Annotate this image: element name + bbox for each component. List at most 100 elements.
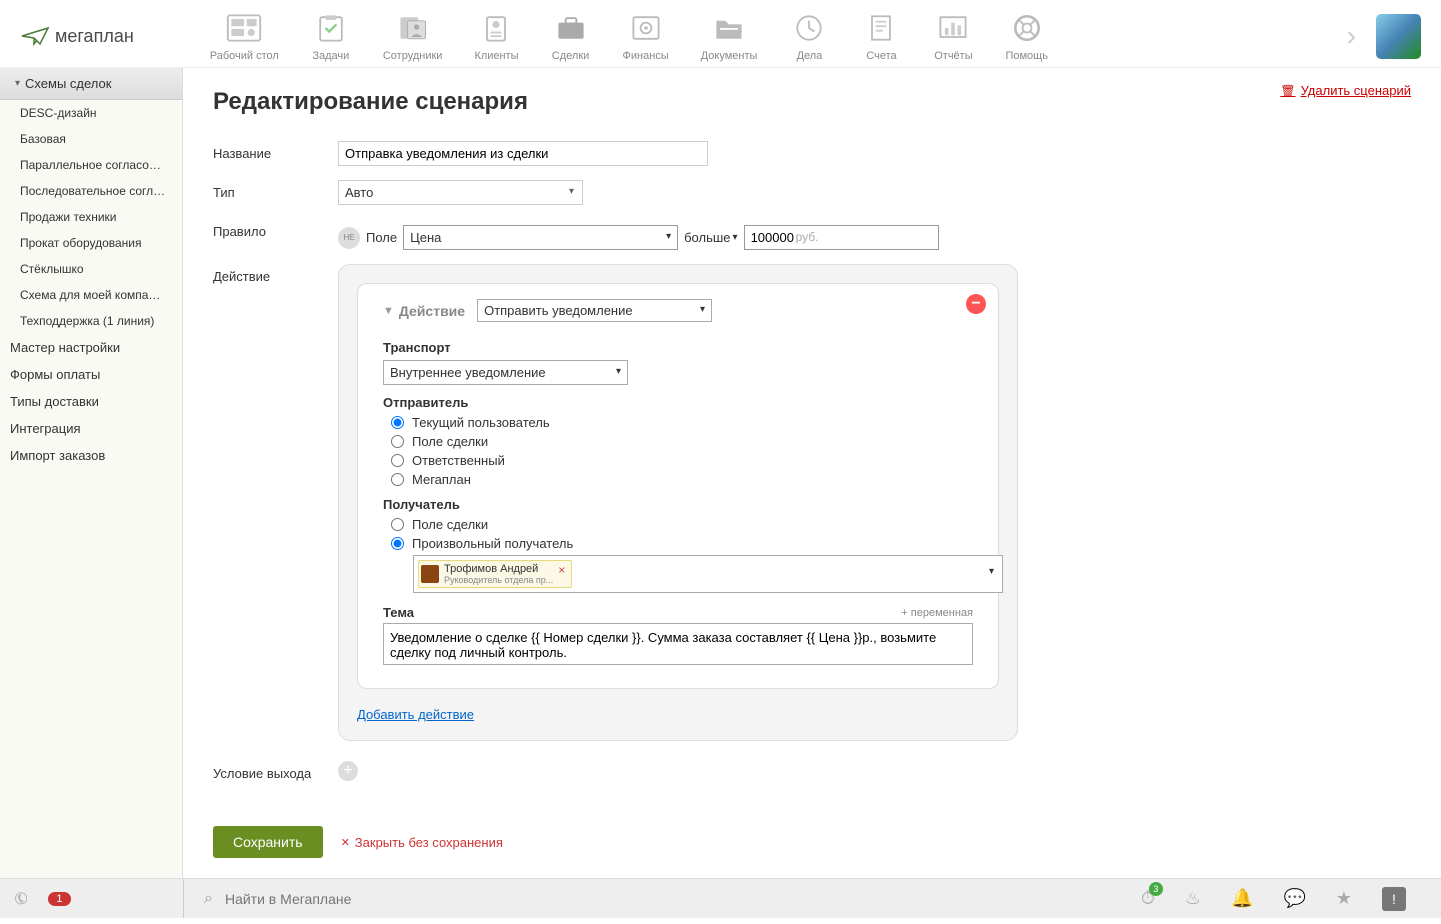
theme-label: Тема [383,605,414,620]
chip-remove-icon[interactable]: × [558,563,565,577]
sidebar-item[interactable]: Схема для моей компании [0,282,182,308]
theme-textarea[interactable]: Уведомление о сделке {{ Номер сделки }}.… [383,623,973,665]
nav-reports[interactable]: Отчёты [933,10,973,62]
employees-icon [393,10,433,45]
timer-badge: 3 [1149,882,1163,896]
add-action-link[interactable]: Добавить действие [357,707,474,722]
sender-radio-current[interactable] [391,416,404,429]
delete-scenario-link[interactable]: Удалить сценарий [1280,83,1411,98]
nav-finance[interactable]: Финансы [623,10,669,62]
nav-desktop[interactable]: Рабочий стол [210,10,279,62]
sender-option[interactable]: Текущий пользователь [412,415,550,430]
sidebar-item[interactable]: Продажи техники [0,204,182,230]
page-title: Редактирование сценария [213,88,1411,116]
rule-field-label: Поле [366,230,397,245]
phone-badge[interactable]: 1 [48,892,70,906]
collapse-icon[interactable]: ▼ [383,305,394,317]
lifebuoy-icon [1007,10,1047,45]
recipient-radio-custom[interactable] [391,537,404,550]
nav-documents[interactable]: Документы [701,10,758,62]
sidebar-item[interactable]: DESC-дизайн [0,100,182,126]
bottom-bar: ✆ 1 ⌕ ⏱3 ♨ 🔔 💬 ★ ! [0,878,1441,918]
sender-option[interactable]: Ответственный [412,453,505,468]
sidebar-group[interactable]: Формы оплаты [0,361,182,388]
phone-icon[interactable]: ✆ [10,887,34,911]
nav-help[interactable]: Помощь [1005,10,1048,62]
sender-option[interactable]: Поле сделки [412,434,488,449]
recipient-option[interactable]: Произвольный получатель [412,536,573,551]
sender-radio-responsible[interactable] [391,454,404,467]
sidebar-item[interactable]: Стёклышко [0,256,182,282]
nav-employees[interactable]: Сотрудники [383,10,443,62]
action-type-select[interactable]: Отправить уведомление [477,299,712,322]
save-button[interactable]: Сохранить [213,826,323,858]
sidebar-group[interactable]: Типы доставки [0,388,182,415]
name-input[interactable] [338,141,708,166]
sidebar: Схемы сделок DESC-дизайн Базовая Паралле… [0,68,183,878]
add-variable-link[interactable]: + переменная [901,607,973,619]
plane-icon [20,26,50,46]
chat-icon[interactable]: 💬 [1283,888,1305,909]
nav-affairs[interactable]: Дела [789,10,829,62]
remove-action-button[interactable]: − [966,294,986,314]
recipient-radio-dealfield[interactable] [391,518,404,531]
tasks-icon [311,10,351,45]
sidebar-item[interactable]: Базовая [0,126,182,152]
action-box: − ▼ Действие Отправить уведомление Транс… [338,264,1018,741]
add-exit-condition-button[interactable]: + [338,761,358,781]
star-icon[interactable]: ★ [1336,888,1352,909]
sidebar-group[interactable]: Импорт заказов [0,442,182,469]
sidebar-group[interactable]: Интеграция [0,415,182,442]
label-action: Действие [213,264,338,284]
nav-deals[interactable]: Сделки [551,10,591,62]
briefcase-icon [551,10,591,45]
folder-icon [709,10,749,45]
user-avatar[interactable] [1376,14,1421,59]
timer-icon[interactable]: ⏱3 [1141,888,1155,909]
alert-icon[interactable]: ! [1382,887,1406,911]
sender-label: Отправитель [383,395,973,410]
logo[interactable]: мегаплан [20,26,134,47]
sidebar-group[interactable]: Мастер настройки [0,334,182,361]
receipt-icon [861,10,901,45]
sidebar-header-schemes[interactable]: Схемы сделок [0,68,182,100]
chip-name: Трофимов Андрей [444,563,553,575]
label-exit: Условие выхода [213,761,338,781]
sender-option[interactable]: Мегаплан [412,472,471,487]
sidebar-item[interactable]: Прокат оборудования [0,230,182,256]
content: Удалить сценарий Редактирование сценария… [183,68,1441,878]
bell-icon[interactable]: 🔔 [1231,888,1253,909]
search-icon: ⌕ [204,890,213,908]
clock-icon [789,10,829,45]
fire-icon[interactable]: ♨ [1185,888,1201,909]
recipient-chip: Трофимов Андрей Руководитель отдела пр..… [418,560,572,588]
logo-text: мегаплан [55,26,134,47]
sidebar-item[interactable]: Параллельное согласование [0,152,182,178]
nav-next-icon[interactable]: › [1347,20,1356,52]
action-header-label: Действие [399,303,465,319]
nav-clients[interactable]: Клиенты [474,10,518,62]
rule-value-input[interactable] [744,225,939,250]
type-select[interactable]: Авто [338,180,583,205]
rule-field-select[interactable]: Цена [403,225,678,250]
sidebar-item[interactable]: Последовательное согласов... [0,178,182,204]
not-toggle[interactable]: НЕ [338,227,360,249]
transport-label: Транспорт [383,340,973,355]
nav-tasks[interactable]: Задачи [311,10,351,62]
sender-radio-dealfield[interactable] [391,435,404,448]
nav-accounts[interactable]: Счета [861,10,901,62]
clients-icon [476,10,516,45]
recipient-picker[interactable]: Трофимов Андрей Руководитель отдела пр..… [413,555,1003,593]
global-search-input[interactable] [225,891,525,907]
main-nav: Рабочий стол Задачи Сотрудники Клиенты С… [194,10,1327,62]
chip-avatar [421,565,439,583]
chart-icon [933,10,973,45]
sender-radio-megaplan[interactable] [391,473,404,486]
close-without-save-link[interactable]: Закрыть без сохранения [341,835,503,850]
recipient-label: Получатель [383,497,973,512]
transport-select[interactable]: Внутреннее уведомление [383,360,628,385]
sidebar-item[interactable]: Техподдержка (1 линия) [0,308,182,334]
rule-operator-select[interactable]: больше [684,230,737,245]
recipient-option[interactable]: Поле сделки [412,517,488,532]
chip-role: Руководитель отдела пр... [444,575,553,585]
